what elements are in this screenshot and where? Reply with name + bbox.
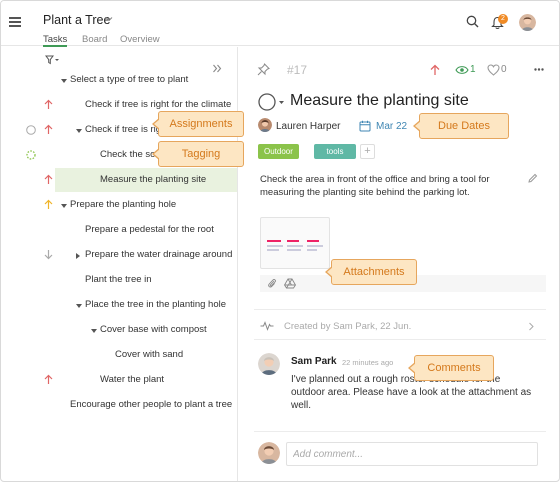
expand-triangle-icon[interactable] xyxy=(91,329,97,333)
task-title: Cover base with compost xyxy=(100,324,207,335)
task-status-circle-icon[interactable] xyxy=(258,93,286,111)
priority-high-arrow-icon[interactable] xyxy=(430,64,440,76)
tab-label: Tasks xyxy=(43,34,68,45)
task-title: Prepare the planting hole xyxy=(70,199,177,210)
expand-triangle-icon[interactable] xyxy=(61,204,67,208)
activity-created: Created by Sam Park, 22 Jun. xyxy=(284,321,412,332)
task-title: Place the tree in the planting hole xyxy=(85,299,227,310)
callout-tagging: Tagging xyxy=(152,141,244,167)
filter-icon[interactable] xyxy=(45,55,59,65)
callout-assignments: Assignments xyxy=(152,111,244,137)
task-title: Prepare a pedestal for the root xyxy=(85,224,214,235)
task-title: Plant the tree in xyxy=(85,274,152,285)
task-title: Encourage other people to plant a tree xyxy=(70,399,233,410)
heart-icon[interactable] xyxy=(487,64,500,76)
collapse-triangle-icon[interactable] xyxy=(76,253,80,259)
priority-high-arrow-icon[interactable] xyxy=(44,374,53,385)
app-header: Plant a Tree Tasks Board Overview 2 xyxy=(1,1,559,47)
priority-low-arrow-icon[interactable] xyxy=(44,249,53,260)
task-title: Check if tree is right for the climate xyxy=(85,99,232,110)
task-row[interactable]: Plant the tree in xyxy=(1,268,237,292)
task-number: #17 xyxy=(287,63,308,77)
chevron-right-icon[interactable] xyxy=(528,322,535,331)
more-options-icon[interactable] xyxy=(534,68,544,71)
project-title[interactable]: Plant a Tree xyxy=(43,13,110,27)
callout-attachments: Attachments xyxy=(325,259,417,285)
comment-input[interactable] xyxy=(286,442,538,466)
notification-badge: 2 xyxy=(498,14,508,24)
expand-triangle-icon[interactable] xyxy=(76,304,82,308)
priority-medium-arrow-icon[interactable] xyxy=(44,199,53,210)
task-detail-title[interactable]: Measure the planting site xyxy=(290,92,469,110)
priority-high-arrow-icon[interactable] xyxy=(44,124,53,135)
comment-author[interactable]: Sam Park xyxy=(291,356,337,367)
callout-due-dates: Due Dates xyxy=(413,113,509,139)
likes-count: 0 xyxy=(501,64,507,75)
eye-icon[interactable] xyxy=(455,65,469,75)
expand-triangle-icon[interactable] xyxy=(76,129,82,133)
task-row[interactable]: Cover with sand xyxy=(1,343,237,367)
task-row[interactable]: Select a type of tree to plant xyxy=(1,68,237,92)
tag-outdoor[interactable]: Outdoor xyxy=(258,144,299,159)
commenter-avatar[interactable] xyxy=(258,353,280,375)
menu-icon[interactable] xyxy=(9,17,21,27)
in-progress-spinner-icon[interactable] xyxy=(26,150,36,160)
tab-tasks[interactable]: Tasks xyxy=(43,34,68,47)
chevron-down-icon[interactable] xyxy=(104,14,114,24)
task-row[interactable]: Cover base with compost xyxy=(1,318,237,342)
detail-toolbar: #17 1 0 xyxy=(238,47,559,87)
task-row[interactable]: Prepare a pedestal for the root xyxy=(1,218,237,242)
assignee-name[interactable]: Lauren Harper xyxy=(276,121,340,132)
section-divider xyxy=(254,339,546,340)
due-date[interactable]: Mar 22 xyxy=(376,121,407,132)
attachment-thumbnail[interactable] xyxy=(260,217,330,269)
app-window: Plant a Tree Tasks Board Overview 2 Sele… xyxy=(0,0,560,482)
section-divider xyxy=(254,309,546,310)
task-title: Prepare the water drainage around xyxy=(85,249,233,260)
paperclip-icon[interactable] xyxy=(267,278,277,289)
activity-pulse-icon xyxy=(260,321,274,331)
priority-high-arrow-icon[interactable] xyxy=(44,174,53,185)
pin-icon[interactable] xyxy=(257,63,270,76)
user-avatar[interactable] xyxy=(519,14,536,31)
assignee-avatar[interactable] xyxy=(258,118,272,132)
task-title: Cover with sand xyxy=(115,349,184,360)
followers-count: 1 xyxy=(470,64,476,75)
expand-triangle-icon[interactable] xyxy=(61,79,67,83)
status-circle-icon[interactable] xyxy=(26,125,36,135)
callout-comments: Comments xyxy=(408,355,494,381)
comment-timestamp: 22 minutes ago xyxy=(342,358,394,367)
tag-tools[interactable]: tools xyxy=(314,144,356,159)
priority-high-arrow-icon[interactable] xyxy=(44,99,53,110)
tab-overview[interactable]: Overview xyxy=(120,34,160,45)
search-icon[interactable] xyxy=(466,15,479,28)
tab-board[interactable]: Board xyxy=(82,34,107,45)
current-user-avatar xyxy=(258,442,280,464)
section-divider xyxy=(254,431,546,432)
task-row[interactable]: Place the tree in the planting hole xyxy=(1,293,237,317)
task-row[interactable]: Encourage other people to plant a tree xyxy=(1,393,237,417)
task-row[interactable]: Prepare the planting hole xyxy=(1,193,237,217)
add-tag-button[interactable]: + xyxy=(360,144,375,159)
cloud-drive-icon[interactable] xyxy=(284,278,296,289)
task-description[interactable]: Check the area in front of the office an… xyxy=(260,173,532,199)
task-row[interactable]: Water the plant xyxy=(1,368,237,392)
task-row[interactable]: Prepare the water drainage around xyxy=(1,243,237,267)
task-title: Check the soil xyxy=(100,149,160,160)
task-row-selected[interactable]: Measure the planting site xyxy=(55,168,237,192)
calendar-icon[interactable] xyxy=(359,120,371,132)
pencil-edit-icon[interactable] xyxy=(527,173,538,184)
comment-text: I've planned out a rough roster schedule… xyxy=(291,374,532,411)
task-title: Water the plant xyxy=(100,374,165,385)
task-title: Select a type of tree to plant xyxy=(70,74,189,85)
task-title: Measure the planting site xyxy=(100,174,207,185)
